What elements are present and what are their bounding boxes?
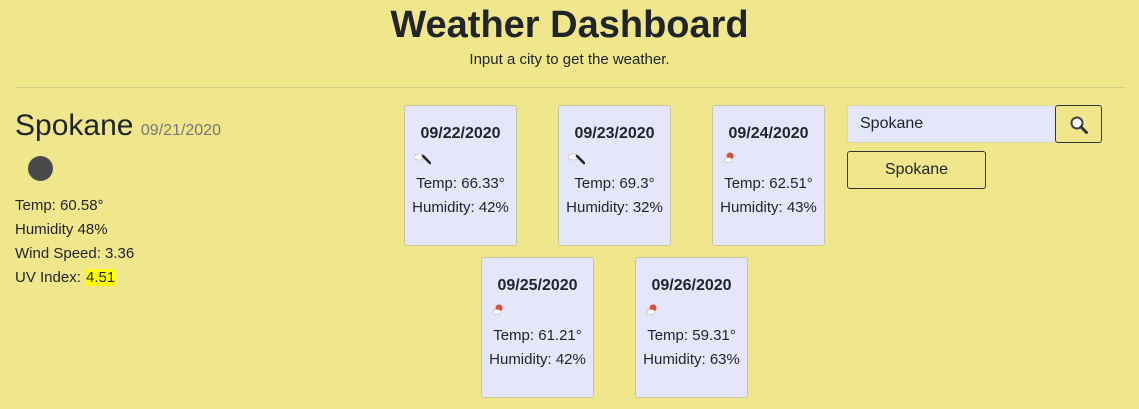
search-icon [1070,116,1088,134]
page-subtitle: Input a city to get the weather. [469,51,670,68]
current-wind-speed: Wind Speed: 3.36 [15,245,135,262]
current-city-line: Spokane 09/21/2020 [15,106,375,146]
forecast-temp: Temp: 62.51° [724,175,813,192]
forecast-humidity: Humidity: 43% [720,199,817,216]
forecast-card: 09/22/2020 Temp: 66.33° Humidity: 42% [404,105,517,246]
current-temp: Temp: 60.58° [15,197,104,214]
cloud-rain-icon [413,153,431,165]
forecast-humidity: Humidity: 42% [489,351,586,368]
city-search-input[interactable] [847,105,1056,143]
forecast-date: 09/25/2020 [497,277,578,294]
page-title: Weather Dashboard [390,4,749,46]
sun-cloud-icon [723,152,734,163]
forecast-date: 09/24/2020 [728,125,809,142]
forecast-date: 09/22/2020 [420,125,501,142]
search-button[interactable] [1055,105,1102,143]
sun-cloud-icon [646,304,657,315]
forecast-humidity: Humidity: 42% [412,199,509,216]
forecast-date: 09/26/2020 [651,277,732,294]
dark-circle-icon [28,156,53,181]
forecast-card: 09/24/2020 Temp: 62.51° Humidity: 43% [712,105,825,246]
current-city-name: Spokane [15,109,134,142]
forecast-card: 09/23/2020 Temp: 69.3° Humidity: 32% [558,105,671,246]
forecast-date: 09/23/2020 [574,125,655,142]
current-weather: Spokane 09/21/2020 Temp: 60.58° Humidity… [15,106,375,286]
forecast-temp: Temp: 69.3° [574,175,655,192]
search-history-item[interactable]: Spokane [847,151,986,189]
current-humidity: Humidity 48% [15,221,108,238]
uv-index-label: UV Index: [15,269,86,286]
forecast-card: 09/26/2020 Temp: 59.31° Humidity: 63% [635,257,748,398]
uv-index-value: 4.51 [85,269,117,286]
current-stats: Temp: 60.58° Humidity 48% Wind Speed: 3.… [15,194,134,290]
sun-cloud-icon [492,304,503,315]
cloud-rain-icon [567,153,585,165]
header-divider [15,87,1125,88]
forecast-temp: Temp: 66.33° [416,175,505,192]
forecast-temp: Temp: 61.21° [493,327,582,344]
current-uv-index: UV Index: 4.51 [15,266,134,290]
forecast-temp: Temp: 59.31° [647,327,736,344]
forecast-card: 09/25/2020 Temp: 61.21° Humidity: 42% [481,257,594,398]
forecast-humidity: Humidity: 63% [643,351,740,368]
current-date: 09/21/2020 [140,122,221,139]
forecast-humidity: Humidity: 32% [566,199,663,216]
